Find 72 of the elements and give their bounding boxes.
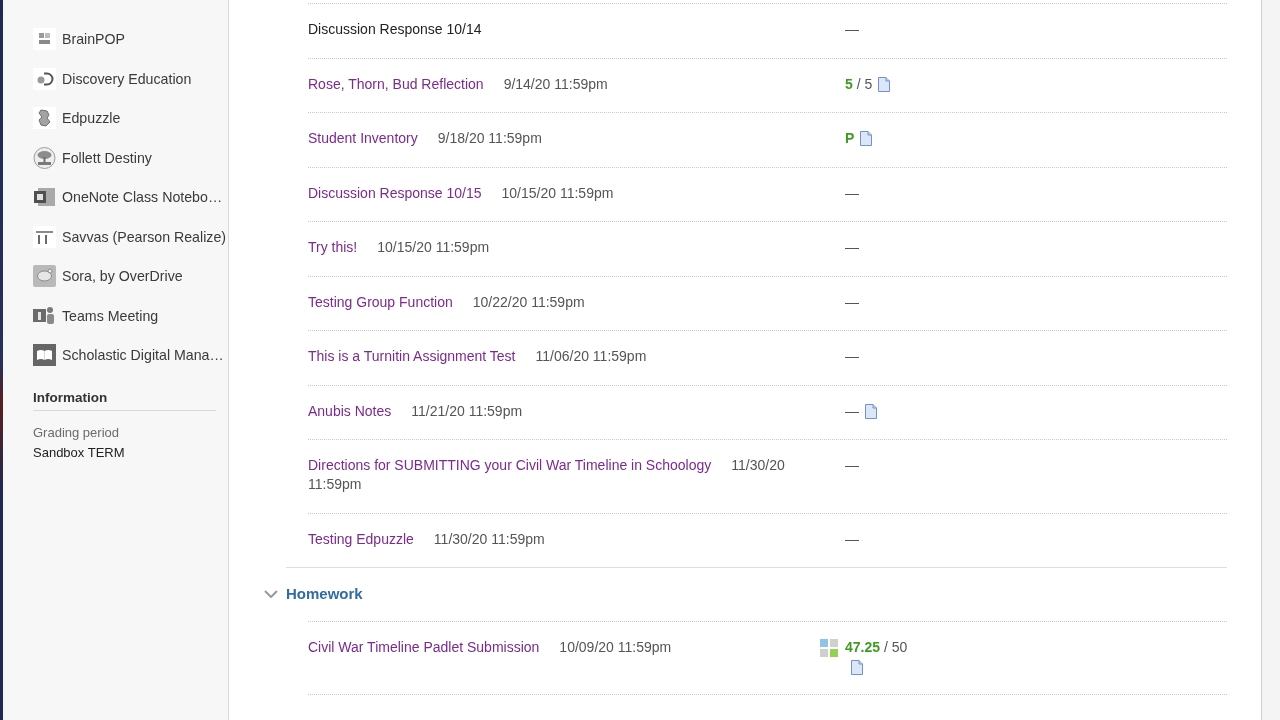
due-time: 11:59pm bbox=[592, 348, 647, 364]
grade-score: — bbox=[845, 529, 859, 549]
book-icon bbox=[33, 344, 56, 366]
due-date: 11/30/20 bbox=[433, 530, 488, 547]
assignment-link[interactable]: Testing Edpuzzle bbox=[308, 530, 414, 547]
due-time: 11:59pm bbox=[468, 402, 523, 419]
due-time: 11:59pm bbox=[488, 130, 542, 146]
assignment-link[interactable]: Anubis Notes bbox=[308, 402, 392, 419]
circle-arc-icon bbox=[33, 67, 56, 90]
sidebar-link[interactable]: Follett Destiny bbox=[33, 137, 152, 178]
assignment-title: Discussion Response 10/14 bbox=[308, 21, 482, 37]
tile-icon bbox=[33, 28, 56, 50]
field-value: Sandbox TERM bbox=[33, 443, 126, 462]
bars-icon bbox=[33, 225, 56, 248]
due-date: 10/09/20 bbox=[559, 639, 614, 655]
file-icon[interactable] bbox=[851, 660, 863, 675]
section-heading: Information bbox=[33, 388, 216, 411]
assignment-link[interactable]: Rose, Thorn, Bud Reflection bbox=[308, 75, 484, 92]
due-time: 11:59pm bbox=[531, 293, 585, 310]
grade-score: — bbox=[845, 401, 859, 421]
due-date: 10/22/20 bbox=[472, 293, 528, 310]
sidebar-link[interactable]: Sora, by OverDrive bbox=[33, 256, 183, 296]
sidebar-link[interactable]: BrainPOP bbox=[33, 19, 126, 59]
puzzle-piece-icon bbox=[33, 107, 56, 129]
grade-score: — bbox=[845, 456, 859, 475]
sidebar-link[interactable]: Scholastic Digital Mana… bbox=[33, 335, 224, 375]
due-date: 10/15/20 bbox=[501, 184, 557, 201]
bubble-tile-icon bbox=[33, 265, 56, 287]
due-date: 11/06/20 bbox=[535, 348, 589, 364]
assignment-link[interactable]: Discussion Response 10/15 bbox=[308, 184, 482, 201]
sidebar-link[interactable]: OneNote Class Notebo… bbox=[33, 177, 223, 217]
file-icon[interactable] bbox=[860, 131, 873, 146]
grade-score: P bbox=[845, 129, 855, 148]
sidebar-link[interactable]: Discovery Education bbox=[33, 58, 192, 99]
due-date: 9/18/20 bbox=[437, 130, 485, 146]
grade-score: — bbox=[845, 183, 859, 203]
file-icon[interactable] bbox=[878, 76, 891, 92]
grade-score: 5 bbox=[845, 74, 853, 94]
grade-score: 47.25 bbox=[845, 638, 881, 657]
overlapping-squares-icon bbox=[33, 186, 56, 208]
assignment-link[interactable]: Civil War Timeline Padlet Submission bbox=[308, 639, 540, 655]
field-label: Grading period bbox=[33, 423, 120, 442]
due-time: 11:59pm bbox=[308, 476, 362, 492]
due-date: 10/15/20 bbox=[377, 239, 432, 255]
assignment-link[interactable]: Try this! bbox=[308, 239, 358, 255]
assignment-link[interactable]: Directions for SUBMITTING your Civil War Timeline in Schoology bbox=[308, 457, 712, 473]
chevron-down-icon bbox=[264, 590, 278, 598]
people-icon bbox=[33, 304, 56, 327]
due-time: 11:59pm bbox=[554, 75, 608, 92]
due-date: 11/21/20 bbox=[411, 402, 465, 419]
assignment-link[interactable]: Student Inventory bbox=[308, 130, 418, 146]
grid-icon[interactable] bbox=[820, 639, 838, 657]
due-time: 11:59pm bbox=[491, 530, 545, 547]
sidebar-link[interactable]: Edpuzzle bbox=[33, 98, 121, 138]
sidebar-link[interactable]: Savvas (Pearson Realize) bbox=[33, 216, 226, 257]
assignment-link[interactable]: This is a Turnitin Assignment Test bbox=[308, 348, 516, 364]
file-icon[interactable] bbox=[865, 403, 877, 419]
due-time: 11:59pm bbox=[559, 184, 614, 201]
due-time: 11:59pm bbox=[617, 639, 672, 655]
due-date: 9/14/20 bbox=[503, 75, 551, 92]
assignment-link[interactable]: Testing Group Function bbox=[308, 293, 453, 310]
grade-max: / 5 bbox=[856, 74, 873, 94]
section-toggle[interactable]: Homework bbox=[264, 584, 363, 604]
grade-max: / 50 bbox=[884, 638, 908, 657]
due-time: 11:59pm bbox=[435, 239, 490, 255]
grade-score: — bbox=[845, 347, 859, 366]
grade-score: — bbox=[845, 292, 859, 312]
tree-badge-icon bbox=[33, 146, 56, 169]
grade-score: — bbox=[845, 238, 859, 257]
sidebar-link[interactable]: Teams Meeting bbox=[33, 295, 159, 336]
due-date: 11/30/20 bbox=[731, 457, 785, 473]
grade-score: — bbox=[845, 20, 859, 39]
